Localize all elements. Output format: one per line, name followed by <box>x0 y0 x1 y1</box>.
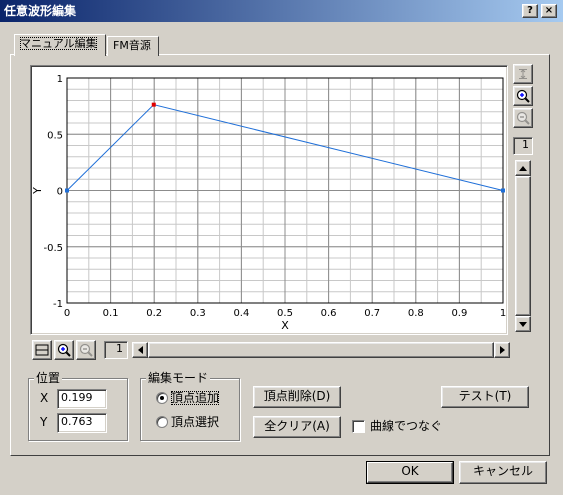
zoom-out-icon <box>516 111 530 125</box>
scroll-down-button[interactable] <box>515 316 531 332</box>
zoom-out-vertical-button[interactable] <box>513 108 533 128</box>
x-tick-label: 0.5 <box>277 308 293 319</box>
waveform-plot[interactable]: 0 0.1 0.2 0.3 0.4 0.5 0.6 0.7 0.8 0.9 1 1 0.5 0 -0.5 -1… <box>30 65 508 335</box>
y-tick-label: -0.5 <box>43 243 63 254</box>
window-title: 任意波形編集 <box>4 4 77 18</box>
cancel-button[interactable]: キャンセル <box>459 461 547 484</box>
y-tick-label: 0.5 <box>47 130 63 141</box>
zoom-in-icon <box>57 343 71 357</box>
zoom-out-icon <box>79 343 93 357</box>
arrow-right-icon <box>499 346 505 354</box>
vertical-zoom-level: 1 <box>513 137 533 155</box>
connect-curve-label[interactable]: 曲線でつなぐ <box>370 419 442 433</box>
x-tick-label: 0.3 <box>190 308 206 319</box>
arrow-left-icon <box>137 346 143 354</box>
delete-vertex-button[interactable]: 頂点削除(D) <box>253 386 341 408</box>
y-tick-label: 1 <box>57 74 63 85</box>
position-group-title: 位置 <box>34 371 63 385</box>
x-tick-label: 0.9 <box>451 308 467 319</box>
x-axis-label: X <box>281 319 289 332</box>
test-button[interactable]: テスト(T) <box>441 386 529 408</box>
zoom-in-horizontal-button[interactable] <box>54 340 74 360</box>
plot-canvas[interactable]: 0 0.1 0.2 0.3 0.4 0.5 0.6 0.7 0.8 0.9 1 1 0.5 0 -0.5 -1… <box>31 66 509 336</box>
edit-mode-group <box>140 378 240 441</box>
x-value-field[interactable]: 0.199 <box>57 389 107 409</box>
x-tick-label: 0.6 <box>321 308 337 319</box>
close-icon: × <box>544 5 554 16</box>
title-bar[interactable]: 任意波形編集 <box>0 0 563 22</box>
radio-select-vertex-label[interactable]: 頂点選択 <box>171 415 219 429</box>
zoom-in-vertical-button[interactable] <box>513 86 533 106</box>
x-tick-label: 0 <box>64 308 70 319</box>
fit-vertical-icon <box>519 69 527 79</box>
zoom-out-horizontal-button[interactable] <box>76 340 96 360</box>
clear-all-button[interactable]: 全クリア(A) <box>253 416 341 438</box>
edit-mode-group-title: 編集モード <box>146 371 211 385</box>
x-tick-label: 0.1 <box>103 308 119 319</box>
radio-add-vertex[interactable] <box>156 392 168 404</box>
tab-manual-edit[interactable]: マニュアル編集 <box>14 34 106 56</box>
vertex-point <box>501 188 505 193</box>
y-value-field[interactable]: 0.763 <box>57 413 107 433</box>
x-tick-label: 0.4 <box>233 308 249 319</box>
x-label: X <box>40 391 49 405</box>
y-axis-label: Y <box>31 187 44 195</box>
horizontal-scroll-thumb[interactable] <box>148 342 494 358</box>
x-tick-label: 0.2 <box>146 308 162 319</box>
x-tick-label: 1 <box>500 308 506 319</box>
help-button[interactable]: ? <box>522 4 538 18</box>
close-button[interactable]: × <box>541 4 557 18</box>
scroll-right-button[interactable] <box>494 342 510 358</box>
arrow-up-icon <box>519 165 527 171</box>
fit-horizontal-button[interactable] <box>32 340 52 360</box>
arrow-down-icon <box>519 321 527 327</box>
horizontal-zoom-level: 1 <box>104 341 128 359</box>
zoom-in-icon <box>516 89 530 103</box>
fit-horizontal-icon <box>35 344 49 356</box>
connect-curve-checkbox[interactable] <box>352 420 365 433</box>
vertex-point <box>65 188 69 193</box>
radio-select-vertex[interactable] <box>156 416 168 428</box>
radio-add-vertex-label[interactable]: 頂点追加 <box>171 391 220 405</box>
y-label: Y <box>40 415 48 429</box>
vertical-scroll-thumb[interactable] <box>515 176 531 316</box>
scroll-up-button[interactable] <box>515 160 531 176</box>
y-tick-label: -1 <box>53 299 63 310</box>
x-tick-label: 0.8 <box>408 308 424 319</box>
fit-vertical-button[interactable] <box>513 64 533 84</box>
selected-vertex <box>151 102 156 107</box>
y-tick-label: 0 <box>57 187 63 198</box>
scroll-left-button[interactable] <box>132 342 148 358</box>
tab-fm-synth[interactable]: FM音源 <box>107 36 159 56</box>
x-tick-label: 0.7 <box>364 308 380 319</box>
ok-button[interactable]: OK <box>366 461 454 484</box>
